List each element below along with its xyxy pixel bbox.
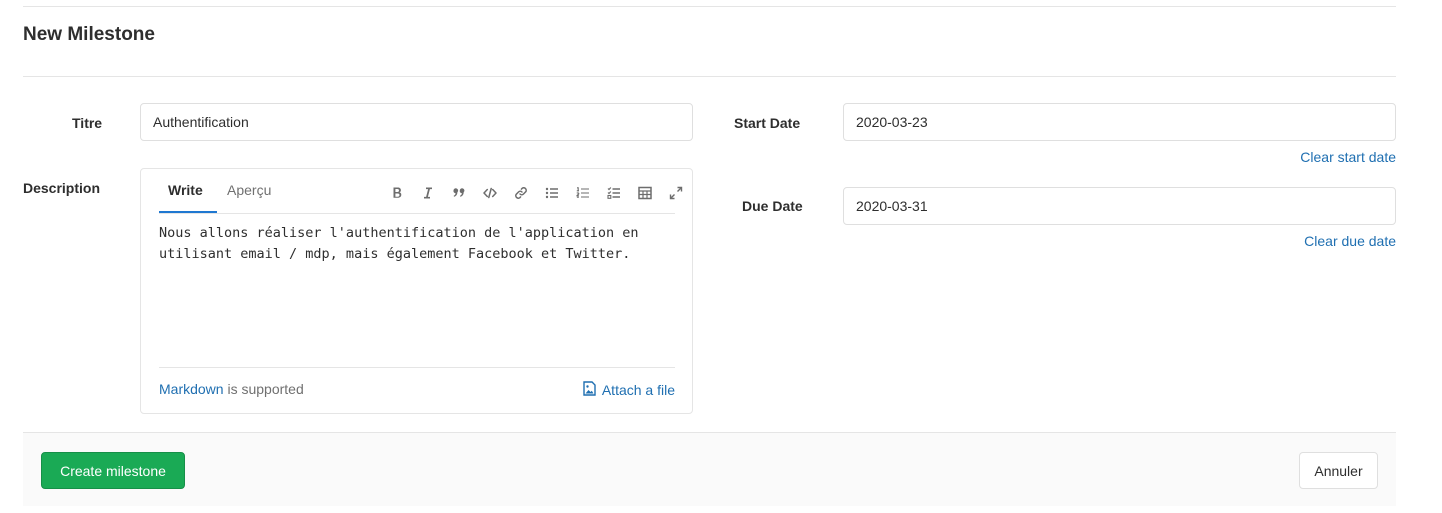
code-icon[interactable] (474, 184, 505, 202)
title-input[interactable]: Authentification (140, 103, 693, 141)
editor-toolbar (381, 184, 691, 202)
link-icon[interactable] (505, 184, 536, 202)
editor-footer-divider (159, 367, 675, 368)
fullscreen-icon[interactable] (660, 184, 691, 202)
page-title: New Milestone (23, 24, 155, 45)
create-milestone-button[interactable]: Create milestone (41, 452, 185, 489)
bullet-list-icon[interactable] (536, 184, 567, 202)
task-list-icon[interactable] (598, 184, 629, 202)
title-label: Titre (72, 115, 103, 131)
clear-start-date-link[interactable]: Clear start date (1300, 149, 1396, 165)
italic-icon[interactable] (412, 184, 443, 202)
quote-icon[interactable] (443, 184, 474, 202)
start-date-label: Start Date (734, 115, 801, 131)
tab-write[interactable]: Write (168, 182, 203, 198)
top-divider (23, 6, 1396, 7)
markdown-editor: Write Aperçu Nous allons réaliser l'auth… (140, 168, 693, 414)
editor-header: Write Aperçu (159, 169, 682, 214)
clear-due-date-link[interactable]: Clear due date (1304, 233, 1396, 249)
description-label: Description (23, 180, 101, 196)
due-date-label: Due Date (742, 198, 803, 214)
form-actions: Create milestone Annuler (23, 432, 1396, 506)
title-divider (23, 76, 1396, 77)
table-icon[interactable] (629, 184, 660, 202)
tab-preview[interactable]: Aperçu (227, 182, 271, 198)
markdown-support-text: is supported (223, 381, 304, 397)
attach-file-label: Attach a file (601, 382, 675, 398)
bold-icon[interactable] (381, 184, 412, 202)
markdown-link[interactable]: Markdown (159, 381, 224, 397)
numbered-list-icon[interactable] (567, 184, 598, 202)
editor-footer: Markdown is supported Attach a file (159, 381, 675, 399)
due-date-input[interactable]: 2020-03-31 (843, 187, 1396, 225)
description-textarea[interactable]: Nous allons réaliser l'authentification … (159, 223, 679, 265)
cancel-button[interactable]: Annuler (1299, 452, 1378, 489)
image-file-icon (582, 381, 597, 399)
start-date-input[interactable]: 2020-03-23 (843, 103, 1396, 141)
attach-file-button[interactable]: Attach a file (582, 381, 675, 399)
active-tab-indicator (159, 211, 217, 213)
